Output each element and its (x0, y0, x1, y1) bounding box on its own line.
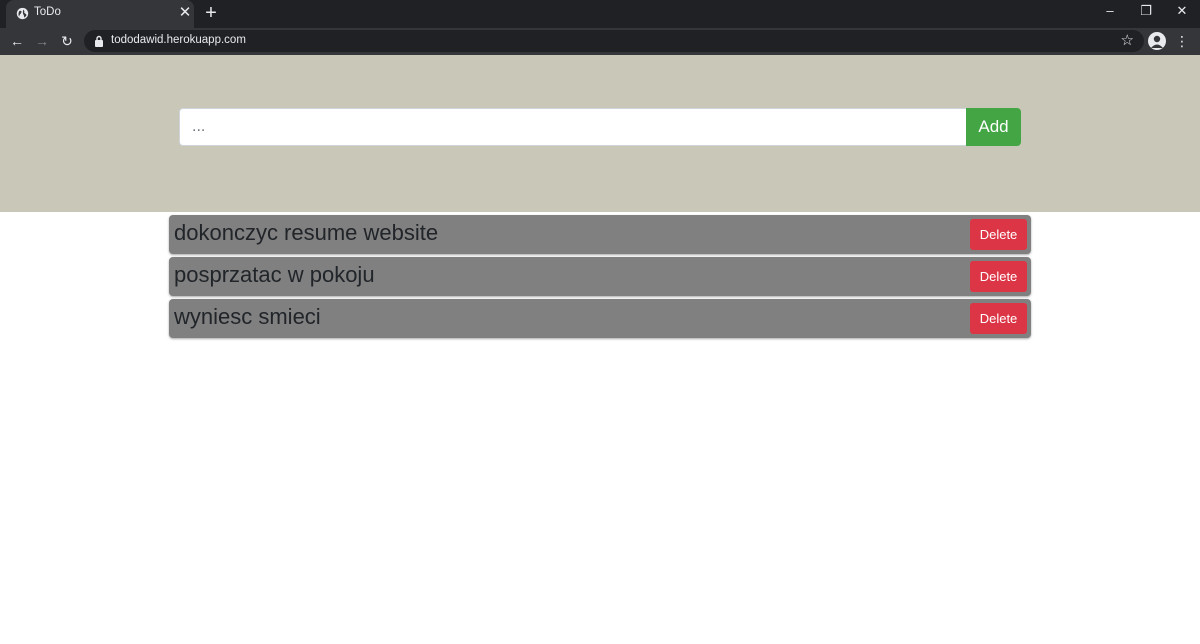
new-tab-button[interactable]: + (202, 2, 220, 24)
todo-item: wyniesc smieci Delete (169, 299, 1031, 338)
todo-list: dokonczyc resume website Delete posprzat… (169, 215, 1031, 341)
star-icon[interactable]: ☆ (1121, 31, 1134, 51)
delete-button[interactable]: Delete (970, 303, 1027, 334)
todo-item: posprzatac w pokoju Delete (169, 257, 1031, 296)
browser-titlebar: ToDo ✕ + – ❐ ✕ (0, 0, 1200, 28)
tab-title: ToDo (34, 6, 61, 18)
forward-button[interactable]: → (31, 31, 53, 51)
close-window-button[interactable]: ✕ (1164, 0, 1200, 24)
avatar-icon[interactable] (1148, 32, 1166, 50)
hero-section: Add (0, 55, 1200, 212)
delete-button[interactable]: Delete (970, 219, 1027, 250)
todo-input[interactable] (179, 108, 966, 146)
todo-item: dokonczyc resume website Delete (169, 215, 1031, 254)
restore-button[interactable]: ❐ (1128, 0, 1164, 24)
add-button[interactable]: Add (966, 108, 1021, 146)
browser-tab[interactable]: ToDo ✕ (6, 0, 194, 28)
address-bar[interactable]: tododawid.herokuapp.com ☆ (84, 30, 1144, 52)
back-button[interactable]: ← (6, 31, 28, 51)
minimize-button[interactable]: – (1092, 0, 1128, 24)
browser-toolbar: ← → ↻ tododawid.herokuapp.com ☆ ⋮ (0, 28, 1200, 55)
add-todo-form: Add (179, 108, 1021, 146)
reload-button[interactable]: ↻ (56, 31, 78, 51)
lock-icon (95, 35, 103, 47)
delete-button[interactable]: Delete (970, 261, 1027, 292)
tab-close-icon[interactable]: ✕ (176, 4, 194, 22)
kebab-menu-icon[interactable]: ⋮ (1174, 31, 1190, 51)
todo-text: dokonczyc resume website (174, 220, 439, 245)
todo-text: wyniesc smieci (174, 304, 321, 329)
page-content: Add dokonczyc resume website Delete posp… (0, 55, 1200, 644)
todo-text: posprzatac w pokoju (174, 262, 375, 287)
globe-icon (16, 7, 29, 20)
url-text: tododawid.herokuapp.com (111, 34, 246, 46)
